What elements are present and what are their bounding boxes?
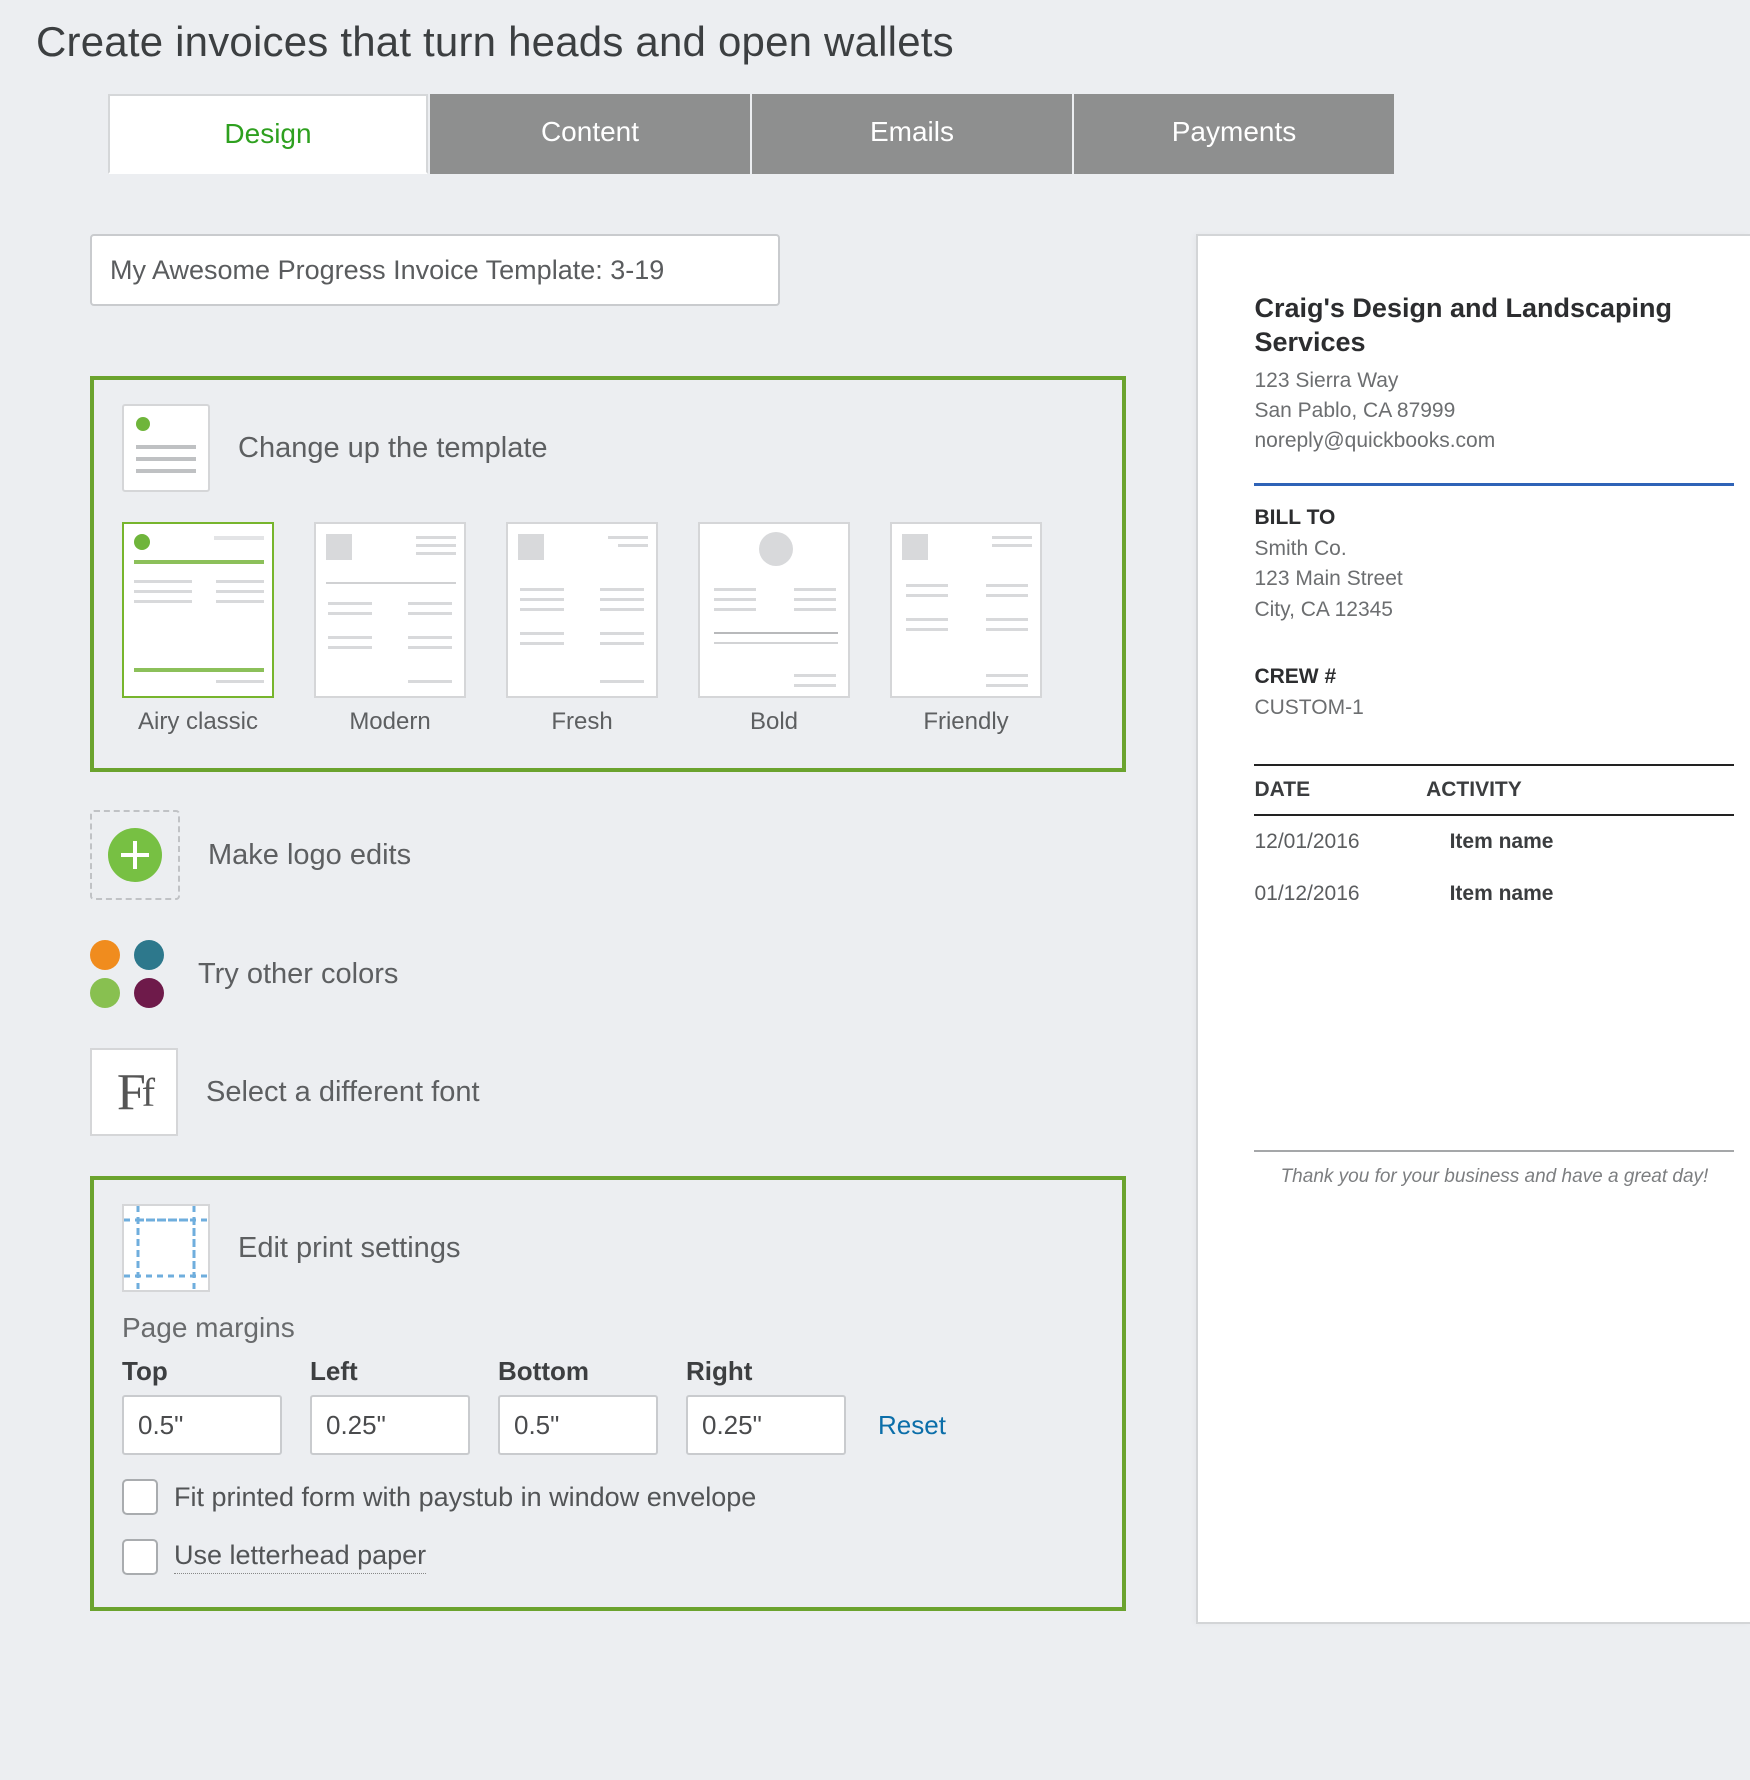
tab-content[interactable]: Content [430, 94, 750, 174]
bill-to-heading: BILL TO [1254, 506, 1734, 530]
section-title: Edit print settings [238, 1232, 460, 1265]
font-icon: Ff [90, 1048, 178, 1136]
invoice-preview: Craig's Design and Landscaping Services … [1196, 234, 1750, 1624]
thumb-fresh[interactable]: Fresh [506, 522, 658, 736]
tab-design[interactable]: Design [108, 94, 428, 174]
thumb-friendly[interactable]: Friendly [890, 522, 1042, 736]
margin-left-label: Left [310, 1356, 470, 1387]
reset-margins-link[interactable]: Reset [878, 1410, 946, 1441]
letterhead-checkbox[interactable] [122, 1539, 158, 1575]
section-title: Make logo edits [208, 839, 411, 872]
margin-top-input[interactable] [122, 1395, 282, 1455]
tab-emails[interactable]: Emails [752, 94, 1072, 174]
color-palette-icon [90, 940, 170, 1008]
thumb-modern[interactable]: Modern [314, 522, 466, 736]
bill-to-body: Smith Co. 123 Main Street City, CA 12345 [1254, 534, 1734, 625]
section-title: Try other colors [198, 958, 398, 991]
crew-value: CUSTOM-1 [1254, 693, 1734, 723]
section-change-template: Change up the template [90, 376, 1126, 772]
section-title: Change up the template [238, 432, 548, 465]
section-logo[interactable]: Make logo edits [90, 810, 1126, 900]
fit-paystub-label: Fit printed form with paystub in window … [174, 1482, 756, 1513]
margins-heading: Page margins [122, 1312, 1094, 1344]
plus-icon [108, 828, 162, 882]
margin-bottom-input[interactable] [498, 1395, 658, 1455]
add-logo-icon[interactable] [90, 810, 180, 900]
margin-right-label: Right [686, 1356, 846, 1387]
preview-footer-rule [1254, 1150, 1734, 1152]
preview-thankyou: Thank you for your business and have a g… [1254, 1166, 1734, 1188]
template-icon [122, 404, 210, 492]
preview-table-header: DATE ACTIVITY [1254, 764, 1734, 816]
fit-paystub-checkbox[interactable] [122, 1479, 158, 1515]
margin-right-input[interactable] [686, 1395, 846, 1455]
preview-divider [1254, 483, 1734, 486]
preview-table-row: 12/01/2016 Item name [1254, 816, 1734, 868]
preview-company-name: Craig's Design and Landscaping Services [1254, 292, 1734, 360]
tab-bar: Design Content Emails Payments [108, 94, 1750, 174]
tab-payments[interactable]: Payments [1074, 94, 1394, 174]
margin-top-label: Top [122, 1356, 282, 1387]
thumb-airy-classic[interactable]: Airy classic [122, 522, 274, 736]
section-font[interactable]: Ff Select a different font [90, 1048, 1126, 1136]
margin-left-input[interactable] [310, 1395, 470, 1455]
thumb-bold[interactable]: Bold [698, 522, 850, 736]
preview-table-row: 01/12/2016 Item name [1254, 868, 1734, 920]
section-print-settings: Edit print settings Page margins Top Lef… [90, 1176, 1126, 1611]
template-name-input[interactable] [90, 234, 780, 306]
margin-bottom-label: Bottom [498, 1356, 658, 1387]
section-colors[interactable]: Try other colors [90, 940, 1126, 1008]
page-title: Create invoices that turn heads and open… [0, 0, 1750, 94]
print-settings-icon [122, 1204, 210, 1292]
letterhead-label: Use letterhead paper [174, 1540, 426, 1574]
section-title: Select a different font [206, 1076, 480, 1109]
preview-company-address: 123 Sierra Way San Pablo, CA 87999 norep… [1254, 366, 1734, 457]
crew-heading: CREW # [1254, 665, 1734, 689]
